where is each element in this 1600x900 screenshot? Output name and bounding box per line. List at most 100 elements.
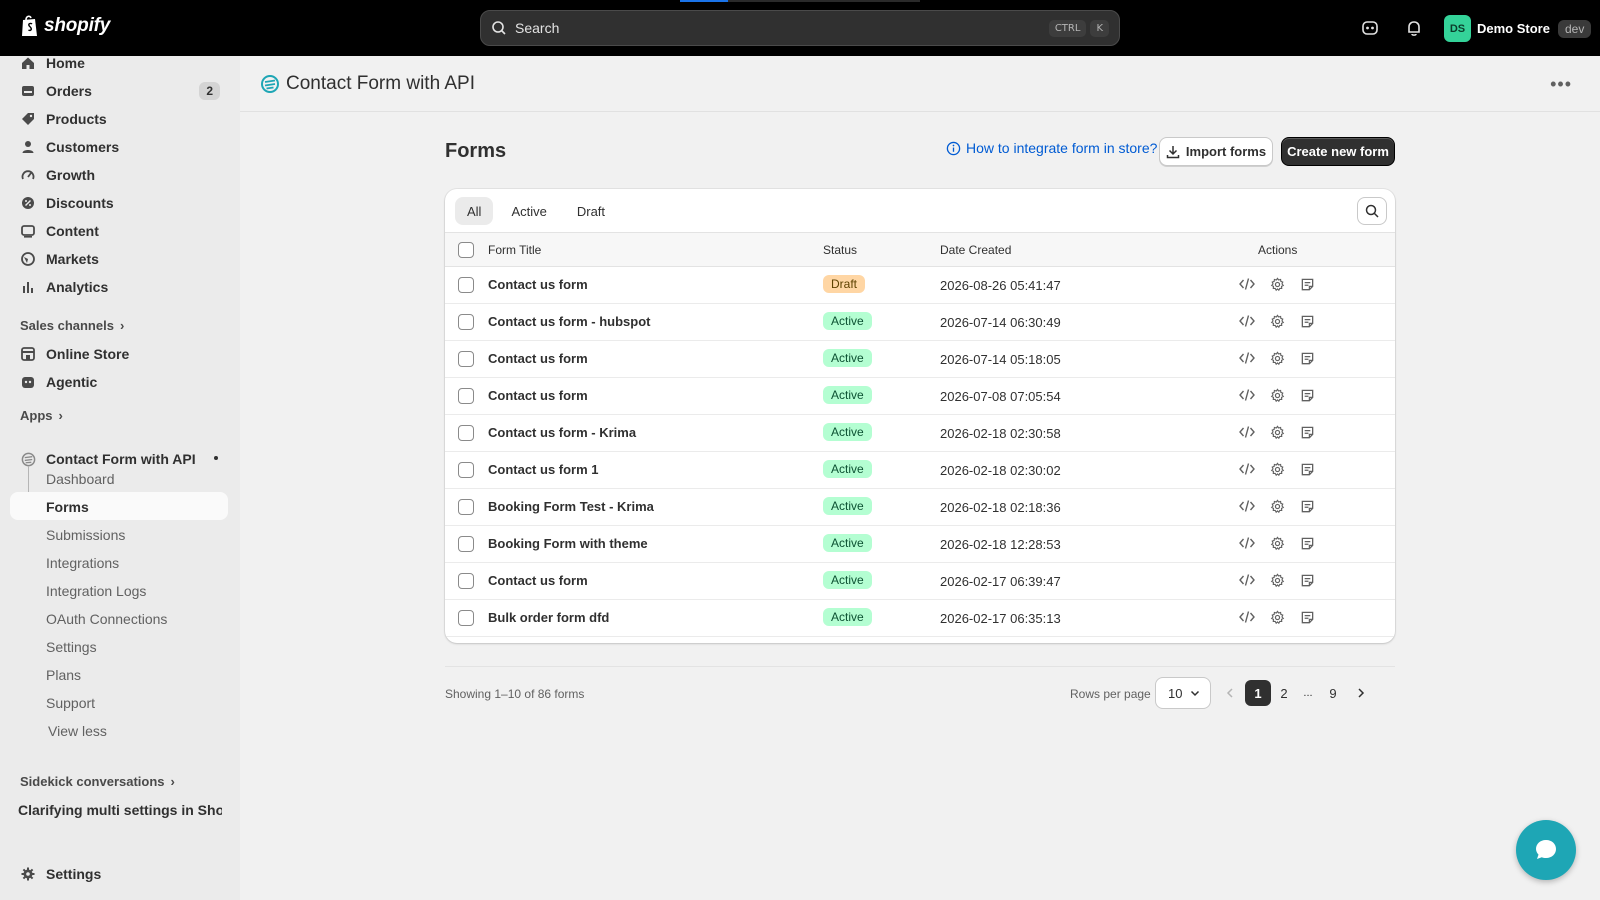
- table-row[interactable]: Contact us form Active 2026-07-14 05:18:05: [445, 341, 1395, 378]
- view-submissions-button[interactable]: [1298, 423, 1316, 441]
- sidebar-item-contact-form-app[interactable]: Contact Form with API: [10, 446, 228, 472]
- table-row[interactable]: Contact us form Active 2026-02-17 06:39:47: [445, 563, 1395, 600]
- form-title[interactable]: Contact us form: [488, 573, 588, 588]
- form-title[interactable]: Contact us form 1: [488, 462, 599, 477]
- pagination-page-2[interactable]: 2: [1271, 680, 1297, 706]
- form-settings-button[interactable]: [1268, 312, 1286, 330]
- sidebar-item-online-store[interactable]: Online Store: [10, 341, 228, 367]
- sidebar-item-home[interactable]: Home: [10, 50, 228, 76]
- sidebar-item-growth[interactable]: Growth: [10, 162, 228, 188]
- row-checkbox[interactable]: [458, 610, 474, 626]
- sidebar-view-less[interactable]: View less: [48, 723, 107, 739]
- sidebar-sub-integrations[interactable]: Integrations: [46, 555, 119, 571]
- row-checkbox[interactable]: [458, 388, 474, 404]
- sidebar-item-products[interactable]: Products: [10, 106, 228, 132]
- form-title[interactable]: Contact us form: [488, 351, 588, 366]
- embed-code-button[interactable]: [1238, 571, 1256, 589]
- form-settings-button[interactable]: [1268, 275, 1286, 293]
- notifications-button[interactable]: [1402, 16, 1426, 40]
- sidekick-section[interactable]: Sidekick conversations ›: [20, 774, 175, 789]
- sidebar-item-orders[interactable]: Orders 2: [10, 78, 228, 104]
- form-title[interactable]: Booking Form Test - Krima: [488, 499, 654, 514]
- sidebar-item-discounts[interactable]: Discounts: [10, 190, 228, 216]
- view-submissions-button[interactable]: [1298, 349, 1316, 367]
- form-settings-button[interactable]: [1268, 386, 1286, 404]
- sidebar-item-agentic[interactable]: Agentic: [10, 369, 228, 395]
- form-settings-button[interactable]: [1268, 423, 1286, 441]
- row-checkbox[interactable]: [458, 351, 474, 367]
- embed-code-button[interactable]: [1238, 386, 1256, 404]
- table-row[interactable]: Contact us form Draft 2026-08-26 05:41:47: [445, 267, 1395, 304]
- table-row[interactable]: Booking Form Test - Krima Active 2026-02-1…: [445, 489, 1395, 526]
- sidebar-item-analytics[interactable]: Analytics: [10, 274, 228, 300]
- form-settings-button[interactable]: [1268, 460, 1286, 478]
- embed-code-button[interactable]: [1238, 608, 1256, 626]
- embed-code-button[interactable]: [1238, 349, 1256, 367]
- integration-help-link[interactable]: How to integrate form in store?: [946, 140, 1157, 156]
- table-search-button[interactable]: [1357, 197, 1387, 225]
- global-search[interactable]: Search CTRL K: [480, 10, 1120, 46]
- row-checkbox[interactable]: [458, 573, 474, 589]
- embed-code-button[interactable]: [1238, 497, 1256, 515]
- tab-active[interactable]: Active: [499, 197, 558, 225]
- tab-draft[interactable]: Draft: [565, 197, 617, 225]
- chat-widget-button[interactable]: [1516, 820, 1576, 880]
- embed-code-button[interactable]: [1238, 534, 1256, 552]
- form-title[interactable]: Contact us form: [488, 388, 588, 403]
- view-submissions-button[interactable]: [1298, 386, 1316, 404]
- embed-code-button[interactable]: [1238, 460, 1256, 478]
- select-all-checkbox[interactable]: [458, 242, 474, 258]
- sidekick-recent-conversation[interactable]: Clarifying multi settings in Sho...: [18, 802, 222, 818]
- row-checkbox[interactable]: [458, 277, 474, 293]
- embed-code-button[interactable]: [1238, 275, 1256, 293]
- view-submissions-button[interactable]: [1298, 312, 1316, 330]
- sidebar-sub-dashboard[interactable]: Dashboard: [46, 471, 115, 487]
- sidebar-sub-support[interactable]: Support: [46, 695, 95, 711]
- table-row[interactable]: Contact us form Active 2026-07-08 07:05:54: [445, 378, 1395, 415]
- view-submissions-button[interactable]: [1298, 571, 1316, 589]
- form-title[interactable]: Contact us form: [488, 277, 588, 292]
- view-submissions-button[interactable]: [1298, 534, 1316, 552]
- sales-channels-section[interactable]: Sales channels ›: [20, 318, 124, 333]
- pagination-page-1[interactable]: 1: [1245, 680, 1271, 706]
- table-row[interactable]: Contact us form - hubspot Active 2026-07-1…: [445, 304, 1395, 341]
- shopify-logo[interactable]: shopify: [20, 14, 110, 38]
- sidebar-sub-forms[interactable]: Forms: [46, 499, 89, 515]
- row-checkbox[interactable]: [458, 499, 474, 515]
- sidebar-item-markets[interactable]: Markets: [10, 246, 228, 272]
- table-row[interactable]: Bulk order form dfd Active 2026-02-17 06:3…: [445, 600, 1395, 637]
- pagination-next[interactable]: [1348, 680, 1374, 706]
- view-submissions-button[interactable]: [1298, 608, 1316, 626]
- sidebar-item-settings[interactable]: Settings: [10, 861, 228, 887]
- form-title[interactable]: Contact us form - Krima: [488, 425, 636, 440]
- sidebar-sub-settings[interactable]: Settings: [46, 639, 97, 655]
- form-title[interactable]: Booking Form with theme: [488, 536, 648, 551]
- row-checkbox[interactable]: [458, 462, 474, 478]
- form-settings-button[interactable]: [1268, 608, 1286, 626]
- form-settings-button[interactable]: [1268, 571, 1286, 589]
- row-checkbox[interactable]: [458, 314, 474, 330]
- table-row[interactable]: Contact us form - Krima Active 2026-02-18 …: [445, 415, 1395, 452]
- table-row[interactable]: Booking Form with theme Active 2026-02-18 …: [445, 526, 1395, 563]
- more-actions-icon[interactable]: •••: [1550, 74, 1572, 95]
- sidebar-item-customers[interactable]: Customers: [10, 134, 228, 160]
- form-title[interactable]: Bulk order form dfd: [488, 610, 609, 625]
- pagination-page-9[interactable]: 9: [1320, 680, 1346, 706]
- embed-code-button[interactable]: [1238, 312, 1256, 330]
- sidebar-sub-integration-logs[interactable]: Integration Logs: [46, 583, 146, 599]
- view-submissions-button[interactable]: [1298, 275, 1316, 293]
- pagination-prev[interactable]: [1217, 680, 1243, 706]
- sidekick-button[interactable]: [1358, 16, 1382, 40]
- sidebar-sub-plans[interactable]: Plans: [46, 667, 81, 683]
- row-checkbox[interactable]: [458, 536, 474, 552]
- view-submissions-button[interactable]: [1298, 497, 1316, 515]
- sidebar-item-content[interactable]: Content: [10, 218, 228, 244]
- form-settings-button[interactable]: [1268, 534, 1286, 552]
- import-forms-button[interactable]: Import forms: [1159, 137, 1273, 166]
- embed-code-button[interactable]: [1238, 423, 1256, 441]
- sidebar-sub-oauth-connections[interactable]: OAuth Connections: [46, 611, 167, 627]
- row-checkbox[interactable]: [458, 425, 474, 441]
- apps-section[interactable]: Apps ›: [20, 408, 63, 423]
- table-row[interactable]: Contact us form 1 Active 2026-02-18 02:30:…: [445, 452, 1395, 489]
- sidebar-sub-submissions[interactable]: Submissions: [46, 527, 125, 543]
